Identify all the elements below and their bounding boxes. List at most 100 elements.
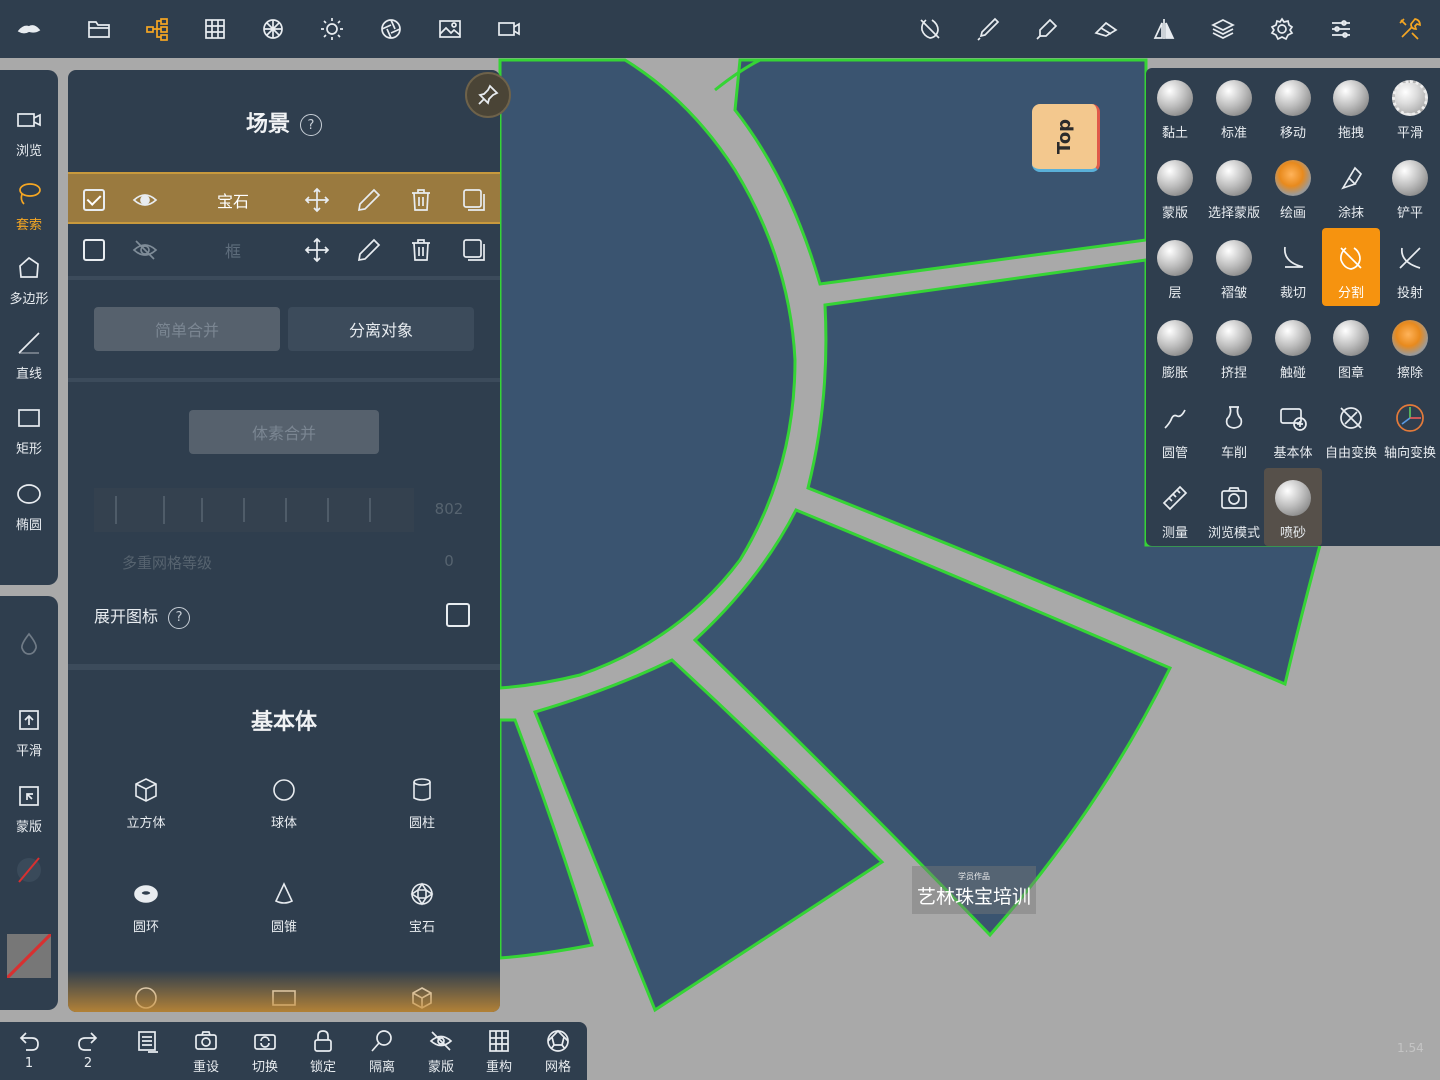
isolate-button[interactable]: 隔离 bbox=[353, 1028, 411, 1078]
duplicate-icon[interactable] bbox=[460, 186, 488, 214]
primitive-gem[interactable]: 宝石 bbox=[352, 880, 492, 950]
brush-trim[interactable]: 裁切 bbox=[1264, 228, 1322, 306]
object-checkbox[interactable] bbox=[83, 239, 105, 261]
primitive-cube[interactable]: 立方体 bbox=[76, 776, 216, 846]
brush-smudge[interactable]: 涂抹 bbox=[1322, 148, 1380, 226]
eye-hidden-icon[interactable] bbox=[131, 236, 159, 264]
separate-objects-button[interactable]: 分离对象 bbox=[288, 307, 474, 351]
trash-icon[interactable] bbox=[407, 186, 435, 214]
sliders-icon[interactable] bbox=[1324, 12, 1358, 46]
brush-stamp[interactable]: 图章 bbox=[1322, 308, 1380, 386]
eyedropper-icon[interactable] bbox=[1030, 12, 1064, 46]
left-tool-mask[interactable]: 蒙版 bbox=[0, 782, 58, 852]
left-tool-ellipse[interactable]: 椭圆 bbox=[0, 480, 58, 550]
brush-primitive[interactable]: 基本体 bbox=[1264, 388, 1322, 466]
brush-tube-touch[interactable]: 触碰 bbox=[1264, 308, 1322, 386]
redo-button[interactable]: 2 bbox=[59, 1028, 117, 1078]
split-tool-icon[interactable] bbox=[913, 12, 947, 46]
brush-sandblast[interactable]: 喷砂 bbox=[1264, 468, 1322, 546]
material-icon[interactable] bbox=[1089, 12, 1123, 46]
left-tool-browse[interactable]: 浏览 bbox=[0, 106, 58, 176]
primitive-cone[interactable]: 圆锥 bbox=[214, 880, 354, 950]
settings-gear-icon[interactable] bbox=[1265, 12, 1299, 46]
brush-lathe[interactable]: 车削 bbox=[1205, 388, 1263, 466]
brush-split[interactable]: 分割 bbox=[1322, 228, 1380, 306]
brush-project[interactable]: 投射 bbox=[1381, 228, 1439, 306]
object-name[interactable]: 框 bbox=[198, 238, 268, 262]
brush-smooth[interactable]: 平滑 bbox=[1381, 68, 1439, 146]
brush-select-mask[interactable]: 选择蒙版 bbox=[1205, 148, 1263, 226]
eye-icon[interactable] bbox=[131, 186, 159, 214]
brush-axis-transform[interactable]: 轴向变换 bbox=[1381, 388, 1439, 466]
left-tool-line[interactable]: 直线 bbox=[0, 329, 58, 399]
droplet-icon bbox=[21, 632, 37, 655]
brush-drag[interactable]: 拖拽 bbox=[1322, 68, 1380, 146]
topology-icon[interactable] bbox=[256, 12, 290, 46]
primitive-cylinder[interactable]: 圆柱 bbox=[352, 776, 492, 846]
layers-icon[interactable] bbox=[1206, 12, 1240, 46]
mesh-button[interactable]: 网格 bbox=[529, 1028, 587, 1078]
expand-icons-checkbox[interactable] bbox=[446, 603, 470, 627]
primitive-sphere[interactable]: 球体 bbox=[214, 776, 354, 846]
folder-icon[interactable] bbox=[82, 12, 116, 46]
brush-clay[interactable]: 黏土 bbox=[1146, 68, 1204, 146]
symmetry-icon[interactable] bbox=[1147, 12, 1181, 46]
move-icon[interactable] bbox=[303, 236, 331, 264]
brush-erase[interactable]: 擦除 bbox=[1381, 308, 1439, 386]
light-icon[interactable] bbox=[315, 12, 349, 46]
duplicate-icon[interactable] bbox=[460, 236, 488, 264]
scene-object-row[interactable]: 宝石 bbox=[68, 172, 500, 224]
brush-tube[interactable]: 圆管 bbox=[1146, 388, 1204, 466]
brush-paint[interactable]: 绘画 bbox=[1264, 148, 1322, 226]
voxel-merge-button[interactable]: 体素合并 bbox=[189, 410, 379, 454]
history-button[interactable] bbox=[118, 1028, 176, 1078]
brush-layer[interactable]: 层 bbox=[1146, 228, 1204, 306]
brush-inflate[interactable]: 膨胀 bbox=[1146, 308, 1204, 386]
left-tool-lasso[interactable]: 套索 bbox=[0, 180, 58, 250]
pencil-icon[interactable] bbox=[355, 186, 383, 214]
tube-icon bbox=[1164, 409, 1186, 429]
simple-merge-button[interactable]: 简单合并 bbox=[94, 307, 280, 351]
brush-crease[interactable]: 褶皱 bbox=[1205, 228, 1263, 306]
brush-view-mode[interactable]: 浏览模式 bbox=[1205, 468, 1263, 546]
object-checkbox[interactable] bbox=[83, 189, 105, 211]
brush-flatten[interactable]: 铲平 bbox=[1381, 148, 1439, 226]
scene-tree-icon[interactable] bbox=[140, 12, 174, 46]
brush-free-transform[interactable]: 自由变换 bbox=[1322, 388, 1380, 466]
brush-move[interactable]: 移动 bbox=[1264, 68, 1322, 146]
mask-visibility-button[interactable]: 蒙版 bbox=[412, 1028, 470, 1078]
color-swatch[interactable] bbox=[0, 934, 58, 1004]
grid-icon[interactable] bbox=[198, 12, 232, 46]
scene-object-row[interactable]: 框 bbox=[68, 224, 500, 276]
tools-wrench-icon[interactable] bbox=[1393, 12, 1427, 46]
brush-standard[interactable]: 标准 bbox=[1205, 68, 1263, 146]
brush-mask[interactable]: 蒙版 bbox=[1146, 148, 1204, 226]
video-icon[interactable] bbox=[492, 12, 526, 46]
switch-camera-button[interactable]: 切换 bbox=[236, 1028, 294, 1078]
primitive-torus[interactable]: 圆环 bbox=[76, 880, 216, 950]
brush-pinch[interactable]: 挤捏 bbox=[1205, 308, 1263, 386]
stroke-slider[interactable] bbox=[0, 856, 58, 926]
resolution-slider[interactable] bbox=[94, 488, 414, 532]
reset-camera-button[interactable]: 重设 bbox=[177, 1028, 235, 1078]
left-tool-rectangle[interactable]: 矩形 bbox=[0, 404, 58, 474]
pencil-icon[interactable] bbox=[355, 236, 383, 264]
brush-measure[interactable]: 测量 bbox=[1146, 468, 1204, 546]
view-cube[interactable]: Top bbox=[1032, 104, 1100, 172]
aperture-icon[interactable] bbox=[374, 12, 408, 46]
pin-panel-button[interactable] bbox=[465, 72, 511, 118]
image-icon[interactable] bbox=[433, 12, 467, 46]
lock-button[interactable]: 锁定 bbox=[294, 1028, 352, 1078]
object-name[interactable]: 宝石 bbox=[198, 188, 268, 212]
droplet-button[interactable] bbox=[0, 630, 58, 700]
move-icon[interactable] bbox=[303, 186, 331, 214]
undo-button[interactable]: 1 bbox=[0, 1028, 58, 1078]
remesh-button[interactable]: 重构 bbox=[470, 1028, 528, 1078]
brush-icon[interactable] bbox=[971, 12, 1005, 46]
help-icon[interactable]: ? bbox=[168, 606, 191, 629]
help-icon[interactable]: ? bbox=[300, 114, 322, 136]
left-tool-smooth[interactable]: 平滑 bbox=[0, 706, 58, 776]
left-tool-polygon[interactable]: 多边形 bbox=[0, 254, 58, 324]
app-logo-icon[interactable] bbox=[12, 12, 46, 46]
trash-icon[interactable] bbox=[407, 236, 435, 264]
